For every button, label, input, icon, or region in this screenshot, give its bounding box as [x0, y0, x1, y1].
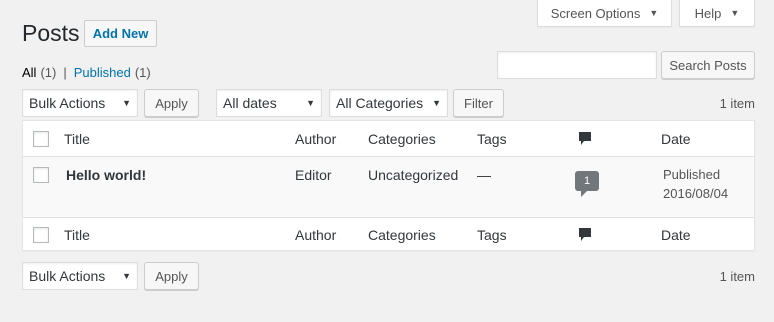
bulk-actions-value: Bulk Actions — [29, 268, 106, 284]
comment-icon[interactable] — [578, 227, 592, 243]
bulk-actions-value: Bulk Actions — [29, 95, 106, 111]
select-all-checkbox[interactable] — [33, 131, 49, 147]
post-category-link[interactable]: Uncategorized — [368, 167, 458, 183]
column-title-footer[interactable]: Title — [64, 227, 90, 243]
column-date-footer[interactable]: Date — [661, 227, 691, 243]
apply-button[interactable]: Apply — [144, 89, 199, 117]
comment-icon[interactable] — [578, 131, 592, 147]
table-footer-row: Title Author Categories Tags Date — [23, 217, 754, 251]
screen-options-label: Screen Options — [550, 5, 641, 21]
post-tags: — — [477, 167, 491, 183]
post-date: 2016/08/04 — [663, 186, 729, 201]
apply-button-bottom[interactable]: Apply — [144, 262, 199, 290]
search-posts-button[interactable]: Search Posts — [661, 51, 755, 79]
filter-all-link[interactable]: All — [22, 65, 36, 80]
help-label: Help — [694, 5, 722, 21]
dropdown-arrow-icon: ▼ — [306, 98, 315, 108]
bulk-actions-select-bottom[interactable]: Bulk Actions ▼ — [22, 262, 138, 290]
status-filters: All (1) | Published (1) — [22, 65, 151, 80]
page-title: Posts — [22, 20, 80, 46]
column-date-header[interactable]: Date — [661, 131, 691, 147]
dropdown-arrow-icon: ▼ — [432, 98, 441, 108]
caret-down-icon: ▼ — [730, 8, 740, 18]
column-categories-header: Categories — [368, 131, 436, 147]
filter-button[interactable]: Filter — [453, 89, 504, 117]
column-tags-header: Tags — [477, 131, 507, 147]
comment-count-bubble[interactable]: 1 — [575, 171, 599, 197]
filter-published-link[interactable]: Published — [74, 65, 131, 80]
filter-published-count: (1) — [134, 65, 151, 80]
filter-separator: | — [63, 65, 67, 80]
bulk-actions-select[interactable]: Bulk Actions ▼ — [22, 89, 138, 117]
post-author-link[interactable]: Editor — [295, 167, 332, 183]
filter-all-count: (1) — [40, 65, 57, 80]
screen-options-tab[interactable]: Screen Options ▼ — [537, 0, 672, 27]
add-new-button[interactable]: Add New — [84, 20, 157, 47]
dropdown-arrow-icon: ▼ — [122, 98, 131, 108]
help-tab[interactable]: Help ▼ — [679, 0, 755, 27]
caret-down-icon: ▼ — [649, 8, 659, 18]
column-author-header: Author — [295, 131, 337, 147]
bubble-tail — [581, 191, 587, 197]
dates-select[interactable]: All dates ▼ — [216, 89, 322, 117]
row-checkbox[interactable] — [33, 167, 49, 183]
dates-value: All dates — [223, 95, 277, 111]
search-input[interactable] — [497, 51, 657, 79]
categories-select[interactable]: All Categories ▼ — [329, 89, 448, 117]
post-title-link[interactable]: Hello world! — [66, 167, 146, 183]
comment-count: 1 — [575, 171, 599, 191]
select-all-checkbox-footer[interactable] — [33, 227, 49, 243]
item-count-bottom: 1 item — [719, 269, 755, 284]
table-header-row: Title Author Categories Tags Date — [23, 121, 754, 157]
dropdown-arrow-icon: ▼ — [122, 271, 131, 281]
column-title-header[interactable]: Title — [64, 131, 90, 147]
categories-value: All Categories — [336, 95, 424, 111]
column-author-footer: Author — [295, 227, 337, 243]
post-date-status: Published — [663, 167, 721, 182]
posts-table: Title Author Categories Tags Date Hello … — [22, 120, 755, 251]
item-count: 1 item — [719, 96, 755, 111]
table-row: Hello world! Editor Uncategorized — 1 Pu… — [23, 157, 754, 217]
column-tags-footer: Tags — [477, 227, 507, 243]
column-categories-footer: Categories — [368, 227, 436, 243]
